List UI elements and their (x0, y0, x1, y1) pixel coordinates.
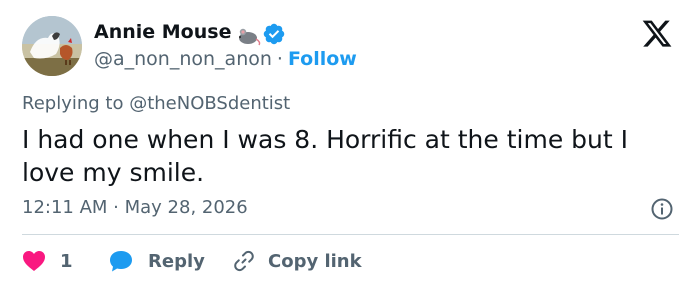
copy-link-button[interactable]: Copy link (232, 246, 362, 276)
follow-button[interactable]: Follow (288, 48, 357, 70)
verified-badge-icon[interactable] (262, 22, 286, 46)
handle-row: @a_non_non_anon · Follow (94, 48, 357, 70)
divider (22, 234, 679, 235)
display-name[interactable]: Annie Mouse (94, 21, 231, 43)
link-icon (234, 250, 254, 272)
mouse-icon (239, 28, 261, 46)
timestamp[interactable]: 12:11 AM · May 28, 2026 (22, 197, 248, 218)
user-handle[interactable]: @a_non_non_anon (94, 48, 272, 70)
avatar-image (22, 16, 82, 76)
reply-button[interactable]: Reply (108, 246, 205, 276)
speech-bubble-icon (110, 251, 132, 272)
tweet-text: I had one when I was 8. Horrific at the … (22, 125, 628, 187)
x-logo-icon[interactable] (641, 20, 673, 50)
separator-dot: · (276, 48, 283, 70)
copy-link-label: Copy link (268, 250, 362, 272)
avatar[interactable] (22, 16, 82, 76)
info-icon[interactable] (650, 197, 674, 221)
tweet-card: Annie Mouse @a_non_non_anon · Follow Reply… (0, 0, 700, 287)
heart-icon (23, 251, 45, 271)
like-count: 1 (60, 250, 73, 272)
replying-to[interactable]: Replying to @theNOBSdentist (22, 93, 290, 114)
reply-label: Reply (148, 250, 205, 272)
like-button[interactable]: 1 (22, 246, 73, 276)
